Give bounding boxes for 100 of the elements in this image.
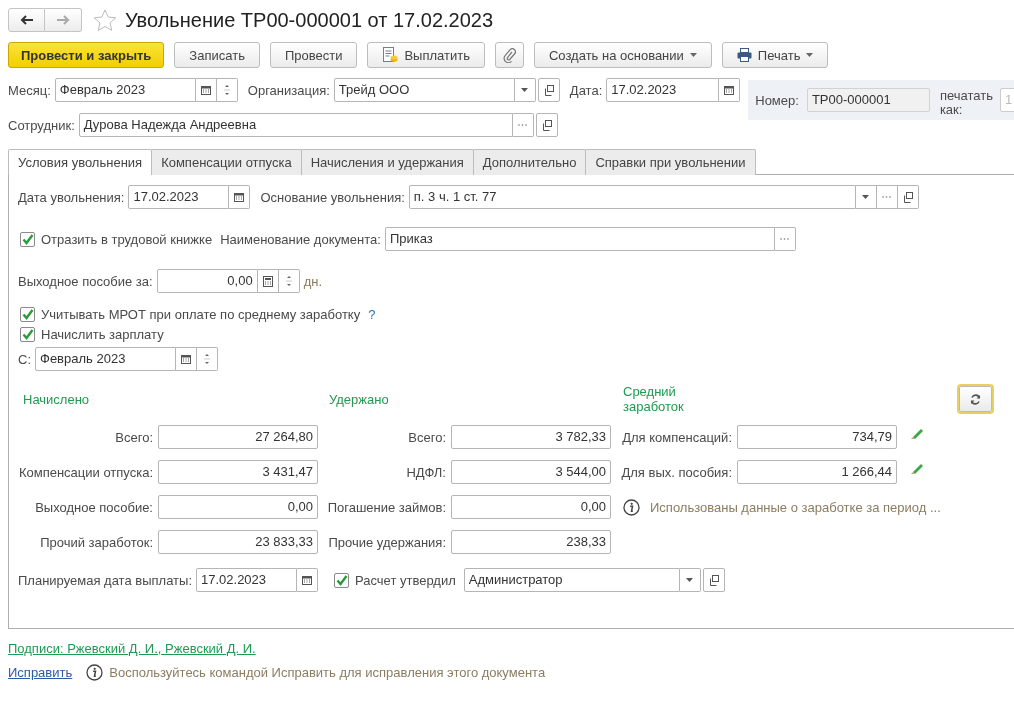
calendar-button[interactable] bbox=[229, 185, 251, 209]
amount-field[interactable]: 0,00 bbox=[451, 495, 611, 519]
document-name-field[interactable]: Приказ bbox=[384, 227, 775, 251]
from-month-field[interactable]: Февраль 2023 bbox=[35, 347, 176, 371]
checkmark-icon bbox=[21, 233, 34, 245]
paperclip-icon bbox=[502, 47, 516, 63]
amount-label: Погашение займов: bbox=[326, 499, 446, 515]
star-icon[interactable] bbox=[93, 8, 117, 32]
spin-arrows-icon bbox=[204, 351, 210, 367]
checkmark-icon bbox=[335, 574, 348, 586]
amount-field[interactable]: 238,33 bbox=[451, 530, 611, 554]
severance-days-field[interactable]: 0,00 bbox=[156, 269, 258, 293]
signatures-link[interactable]: Подписи: Ржевский Д. И., Ржевский Д. И. bbox=[8, 641, 256, 656]
dismissal-date-field[interactable]: 17.02.2023 bbox=[128, 185, 230, 209]
checkbox[interactable] bbox=[334, 572, 349, 588]
month-field[interactable]: Февраль 2023 bbox=[54, 78, 196, 102]
tab[interactable]: Дополнительно bbox=[472, 149, 587, 175]
dropdown-button[interactable] bbox=[679, 568, 701, 592]
organization-label: Организация: bbox=[247, 82, 330, 98]
dropdown-button[interactable] bbox=[514, 78, 536, 102]
calendar-button[interactable] bbox=[719, 78, 741, 102]
checkbox-label: Начислить зарплату bbox=[41, 327, 164, 342]
number-field[interactable]: ТР00-000001 bbox=[806, 88, 930, 112]
amount-label: Для вых. пособия: bbox=[620, 464, 732, 480]
open-button[interactable] bbox=[535, 113, 558, 137]
number-label: Номер: bbox=[755, 92, 799, 108]
arrow-right-icon bbox=[56, 15, 70, 25]
attach-button[interactable] bbox=[494, 42, 524, 68]
amount-label: Прочий заработок: bbox=[39, 534, 153, 550]
amount-field[interactable]: 3 544,00 bbox=[451, 460, 611, 484]
calendar-button[interactable] bbox=[297, 568, 318, 592]
toolbar-button[interactable]: Записать bbox=[174, 42, 260, 68]
open-button[interactable] bbox=[897, 185, 919, 209]
open-window-icon bbox=[541, 119, 553, 131]
spin-arrows-icon bbox=[223, 82, 230, 98]
checkbox[interactable] bbox=[20, 231, 35, 247]
date-label: Дата: bbox=[569, 82, 603, 98]
dismissal-basis-field[interactable]: п. 3 ч. 1 ст. 77 bbox=[408, 185, 856, 209]
checkbox[interactable] bbox=[20, 307, 35, 322]
tab[interactable]: Справки при увольнении bbox=[585, 149, 756, 175]
amount-field[interactable]: 1 266,44 bbox=[737, 460, 897, 484]
calculator-icon bbox=[262, 275, 273, 287]
create-based-on-button[interactable]: Создать на основании bbox=[533, 42, 712, 68]
calendar-icon bbox=[200, 85, 211, 95]
date-field[interactable]: 17.02.2023 bbox=[606, 78, 720, 102]
amount-label: Выходное пособие: bbox=[34, 499, 153, 515]
checkbox[interactable] bbox=[20, 327, 35, 342]
calculator-button[interactable] bbox=[257, 269, 279, 293]
spin-arrows-icon bbox=[285, 273, 292, 289]
employee-label: Сотрудник: bbox=[8, 117, 75, 133]
back-button[interactable] bbox=[8, 8, 45, 32]
refresh-button[interactable] bbox=[959, 386, 992, 412]
amount-field[interactable]: 23 833,33 bbox=[158, 530, 318, 554]
amount-field[interactable]: 3 782,33 bbox=[451, 425, 611, 449]
document-name-label: Наименование документа: bbox=[220, 231, 381, 247]
open-button[interactable] bbox=[702, 568, 725, 592]
month-label: Месяц: bbox=[8, 82, 51, 98]
amount-field[interactable]: 0,00 bbox=[158, 495, 318, 519]
pencil-icon[interactable] bbox=[910, 461, 924, 475]
calendar-button[interactable] bbox=[176, 347, 197, 371]
payment-date-label: Планируемая дата выплаты: bbox=[18, 572, 192, 588]
amount-label: НДФЛ: bbox=[405, 464, 446, 480]
post-and-close-button[interactable]: Провести и закрыть bbox=[8, 42, 165, 68]
checkbox-label: Учитывать МРОТ при оплате по среднему заработку bbox=[41, 307, 361, 322]
section-title: Удержано bbox=[328, 391, 390, 407]
employee-field[interactable]: Дурова Надежда Андреевна bbox=[78, 113, 513, 137]
window-title: Увольнение ТР00-000001 от 17.02.2023 bbox=[125, 8, 494, 32]
toolbar-button[interactable]: Провести bbox=[269, 42, 358, 68]
amount-field[interactable]: 27 264,80 bbox=[158, 425, 318, 449]
refresh-icon bbox=[970, 393, 981, 405]
choose-button[interactable] bbox=[774, 227, 796, 251]
fix-link[interactable]: Исправить bbox=[8, 665, 73, 680]
amount-label: Всего: bbox=[114, 429, 153, 445]
help-link[interactable]: ? bbox=[368, 307, 376, 322]
open-button[interactable] bbox=[537, 78, 560, 102]
checkbox-label: Отразить в трудовой книжке bbox=[41, 231, 213, 247]
dismissal-basis-label: Основание увольнения: bbox=[260, 189, 405, 205]
arrow-left-icon bbox=[19, 15, 34, 25]
calendar-icon bbox=[724, 85, 735, 95]
calendar-icon bbox=[181, 354, 191, 364]
amount-field[interactable]: 3 431,47 bbox=[158, 460, 318, 484]
calendar-button[interactable] bbox=[195, 78, 217, 102]
caret-icon bbox=[689, 53, 697, 57]
section-title: Средний заработок bbox=[622, 384, 685, 414]
days-unit: дн. bbox=[303, 273, 323, 289]
tab[interactable]: Начисления и удержания bbox=[300, 149, 474, 175]
tab[interactable]: Компенсации отпуска bbox=[151, 149, 302, 175]
open-window-icon bbox=[902, 191, 914, 203]
dropdown-button[interactable] bbox=[855, 185, 877, 209]
tab[interactable]: Условия увольнения bbox=[8, 149, 153, 175]
document-coins-icon bbox=[382, 47, 399, 63]
organization-field[interactable]: Трейд ООО bbox=[333, 78, 515, 102]
approved-by-field[interactable]: Администратор bbox=[463, 568, 680, 592]
info-text: Воспользуйтесь командой Исправить для исправления этого документа bbox=[109, 665, 546, 680]
pay-button[interactable]: Выплатить bbox=[367, 42, 485, 68]
print-as-label: печатать как: bbox=[939, 89, 992, 117]
pencil-icon[interactable] bbox=[910, 426, 924, 440]
payment-date-field[interactable]: 17.02.2023 bbox=[196, 568, 297, 592]
amount-field[interactable]: 734,79 bbox=[737, 425, 897, 449]
print-button[interactable]: Печать bbox=[721, 42, 829, 68]
